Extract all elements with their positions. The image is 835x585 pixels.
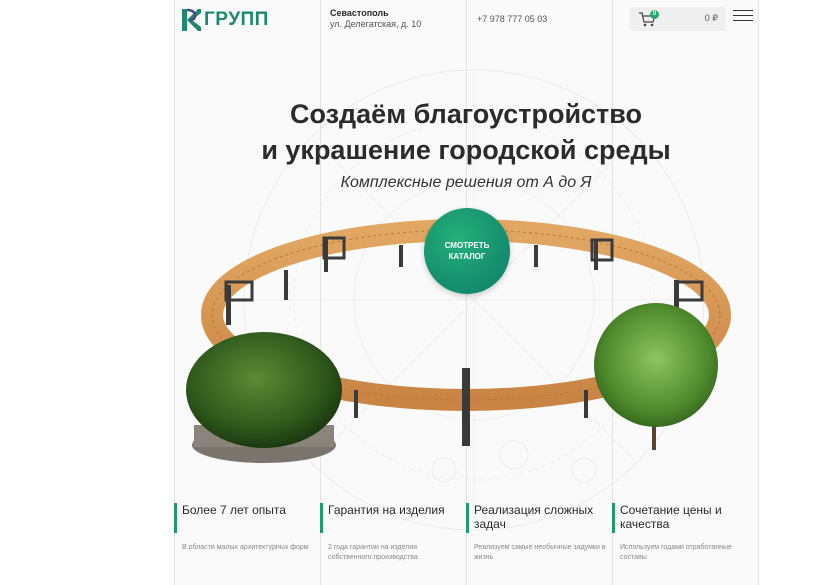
hero-title: Создаём благоустройство и украшение горо… [174,96,758,168]
cart-count-badge: 0 [650,10,659,19]
grid-line [758,0,759,585]
city-label: Севастополь [330,8,389,18]
feature-title: Реализация сложных задач [474,503,594,531]
address-label: ул. Делегатская, д. 10 [330,19,422,29]
feature-title: Гарантия на изделия [328,503,445,517]
feature-accent-bar [466,503,469,533]
view-catalog-button[interactable]: СМОТРЕТЬ КАТАЛОГ [424,208,510,294]
hero-title-line2: и украшение городской среды [261,135,671,165]
feature-desc: Используем годами отработанные составы [620,544,732,561]
feature-title: Более 7 лет опыта [182,503,286,517]
logo-mark-icon [182,8,201,31]
hamburger-menu-icon[interactable] [733,10,753,24]
logo[interactable]: ГРУПП [181,6,269,34]
cart-total: 0 ₽ [704,13,718,23]
cart-button[interactable]: 0 0 ₽ [630,7,726,31]
logo-text: ГРУПП [204,9,269,30]
hero-title-line1: Создаём благоустройство [289,99,643,129]
feature-accent-bar [174,503,177,533]
phone-link[interactable]: +7 978 777 05 03 [477,14,547,24]
page: ГРУПП Севастополь ул. Делегатская, д. 10… [0,0,835,585]
feature-desc: 2 года гарантии на изделия собственного … [328,544,418,561]
feature-accent-bar [320,503,323,533]
feature-desc: Реализуем самые необычные задумки в жизн… [474,544,606,561]
feature-accent-bar [612,503,615,533]
feature-title: Сочетание цены и качества [620,503,722,531]
view-catalog-label: СМОТРЕТЬ КАТАЛОГ [444,241,490,261]
feature-desc: В области малых архитектурных форм [182,544,309,551]
hero-subtitle: Комплексные решения от А до Я [340,174,592,191]
